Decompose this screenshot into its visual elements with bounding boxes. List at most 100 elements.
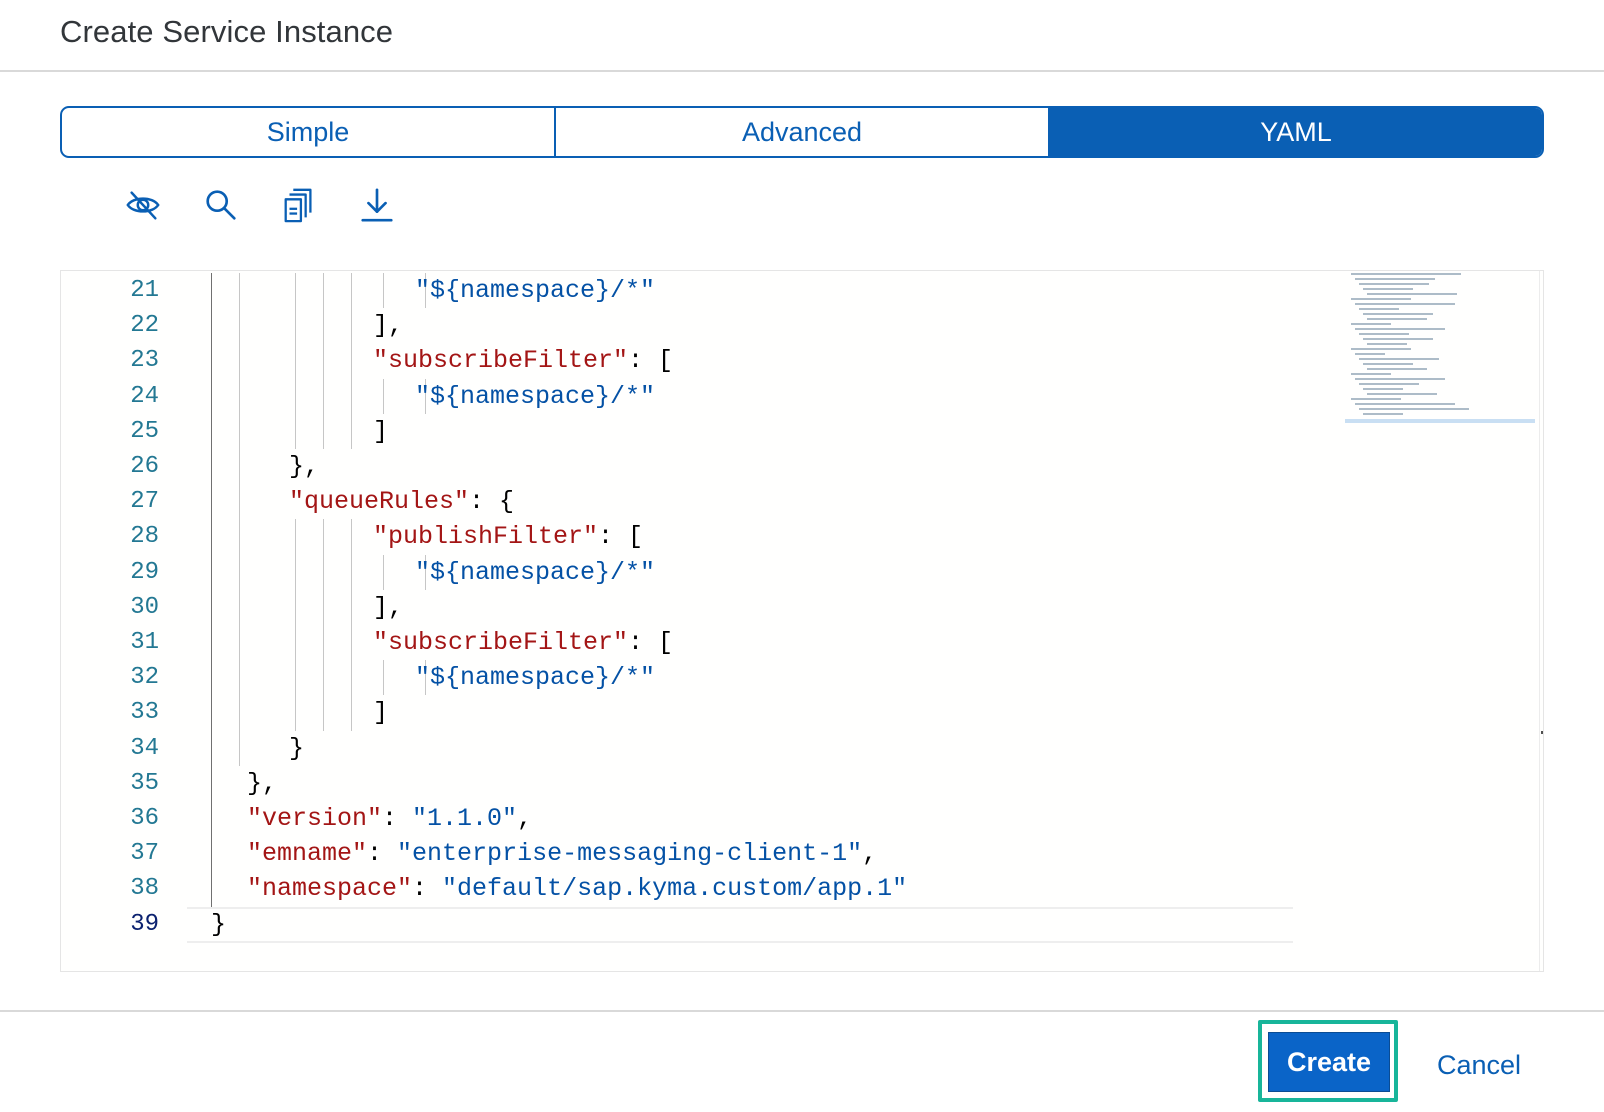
indent-guide (323, 695, 324, 731)
search-icon[interactable] (198, 182, 244, 228)
copy-icon[interactable] (276, 182, 322, 228)
minimap-line (1367, 293, 1457, 295)
line-number: 22 (130, 312, 159, 340)
scrollbar-thumb[interactable] (1541, 731, 1543, 734)
indent-guide (239, 554, 240, 590)
line-number: 31 (130, 629, 159, 656)
indent-guide (323, 378, 324, 414)
code-line: } (289, 733, 305, 763)
editor-mode-tabs: Simple Advanced YAML (60, 106, 1544, 158)
indent-guide (323, 660, 324, 696)
indent-guide (351, 343, 352, 379)
minimap-viewport[interactable] (1345, 419, 1535, 423)
line-number: 37 (130, 840, 159, 868)
indent-guide (211, 836, 212, 872)
minimap-line (1367, 318, 1427, 320)
code-line: ], (373, 592, 404, 622)
code-line: "${namespace}/*" (415, 381, 656, 411)
minimap-line (1355, 378, 1445, 380)
code-line: "subscribeFilter": [ (373, 346, 674, 376)
line-number: 27 (130, 488, 159, 516)
minimap-line (1359, 383, 1419, 385)
code-line: "namespace": "default/sap.kyma.custom/ap… (247, 874, 908, 904)
code-line: } (211, 909, 227, 939)
line-number: 24 (130, 382, 159, 410)
line-number: 23 (130, 347, 159, 375)
tab-simple[interactable]: Simple (62, 108, 554, 156)
indent-guide (239, 378, 240, 414)
tab-yaml[interactable]: YAML (1048, 108, 1542, 156)
create-button-highlight: Create (1258, 1020, 1398, 1102)
minimap-line (1359, 408, 1469, 410)
indent-guide (211, 695, 212, 731)
tab-advanced[interactable]: Advanced (554, 108, 1048, 156)
indent-guide (295, 273, 296, 309)
download-icon[interactable] (354, 182, 400, 228)
line-number: 29 (130, 558, 159, 586)
minimap-line (1351, 398, 1401, 400)
indent-guide (239, 695, 240, 731)
indent-guide (323, 273, 324, 309)
indent-guide (295, 519, 296, 555)
minimap-line (1355, 328, 1445, 330)
minimap-line (1363, 388, 1403, 390)
minimap-line (1351, 373, 1391, 375)
line-number: 39 (130, 910, 159, 938)
minimap-line (1355, 303, 1455, 305)
indent-guide (295, 378, 296, 414)
line-number: 36 (130, 805, 159, 832)
indent-guide (323, 554, 324, 590)
indent-guide (323, 413, 324, 449)
indent-guide (239, 308, 240, 344)
editor-minimap[interactable] (1345, 271, 1535, 431)
hide-eye-icon[interactable] (120, 182, 166, 228)
indent-guide (211, 519, 212, 555)
code-line: "queueRules": { (289, 487, 515, 517)
indent-guide (295, 695, 296, 731)
minimap-line (1355, 353, 1385, 355)
code-editor[interactable]: 21 22 23 24 25 26 27 28 29 30 31 32 33 34 35 36 37 38 39 "… (60, 270, 1544, 972)
code-line: "subscribeFilter": [ (373, 628, 674, 657)
line-number: 35 (130, 769, 159, 797)
code-line: "emname": "enterprise-messaging-client-1… (247, 839, 878, 869)
indent-guide (323, 625, 324, 661)
dialog-header: Create Service Instance (0, 0, 1604, 72)
minimap-line (1359, 358, 1439, 360)
indent-guide (239, 660, 240, 696)
minimap-line (1359, 333, 1409, 335)
indent-guide (211, 449, 212, 485)
create-button[interactable]: Create (1268, 1032, 1390, 1092)
indent-guide (239, 625, 240, 661)
code-line: "${namespace}/*" (415, 557, 656, 587)
line-number: 26 (130, 453, 159, 480)
indent-guide (211, 378, 212, 414)
line-number: 25 (130, 417, 159, 445)
indent-guide (239, 273, 240, 309)
line-number: 34 (130, 734, 159, 762)
minimap-line (1351, 323, 1391, 325)
indent-guide (239, 484, 240, 520)
code-line: ] (373, 416, 389, 446)
line-number: 30 (130, 593, 159, 621)
code-area[interactable]: "${namespace}/*"], "subscribeFilter": [ "$… (187, 271, 1293, 971)
indent-guide (351, 519, 352, 555)
indent-guide (351, 413, 352, 449)
minimap-line (1355, 278, 1435, 280)
indent-guide (211, 343, 212, 379)
indent-guide (383, 378, 384, 414)
indent-guide (211, 765, 212, 801)
indent-guide (295, 343, 296, 379)
minimap-line (1359, 308, 1399, 310)
indent-guide (239, 519, 240, 555)
cancel-button[interactable]: Cancel (1424, 1040, 1534, 1090)
indent-guide (295, 413, 296, 449)
indent-guide (351, 308, 352, 344)
indent-guide (211, 660, 212, 696)
minimap-line (1367, 368, 1427, 370)
line-number-gutter: 21 22 23 24 25 26 27 28 29 30 31 32 33 34 35 36 37 38 39 (61, 271, 187, 971)
minimap-line (1367, 393, 1437, 395)
code-line: "${namespace}/*" (415, 663, 656, 693)
vertical-scrollbar[interactable] (1539, 271, 1540, 971)
indent-guide (295, 660, 296, 696)
code-line: }, (247, 768, 278, 798)
